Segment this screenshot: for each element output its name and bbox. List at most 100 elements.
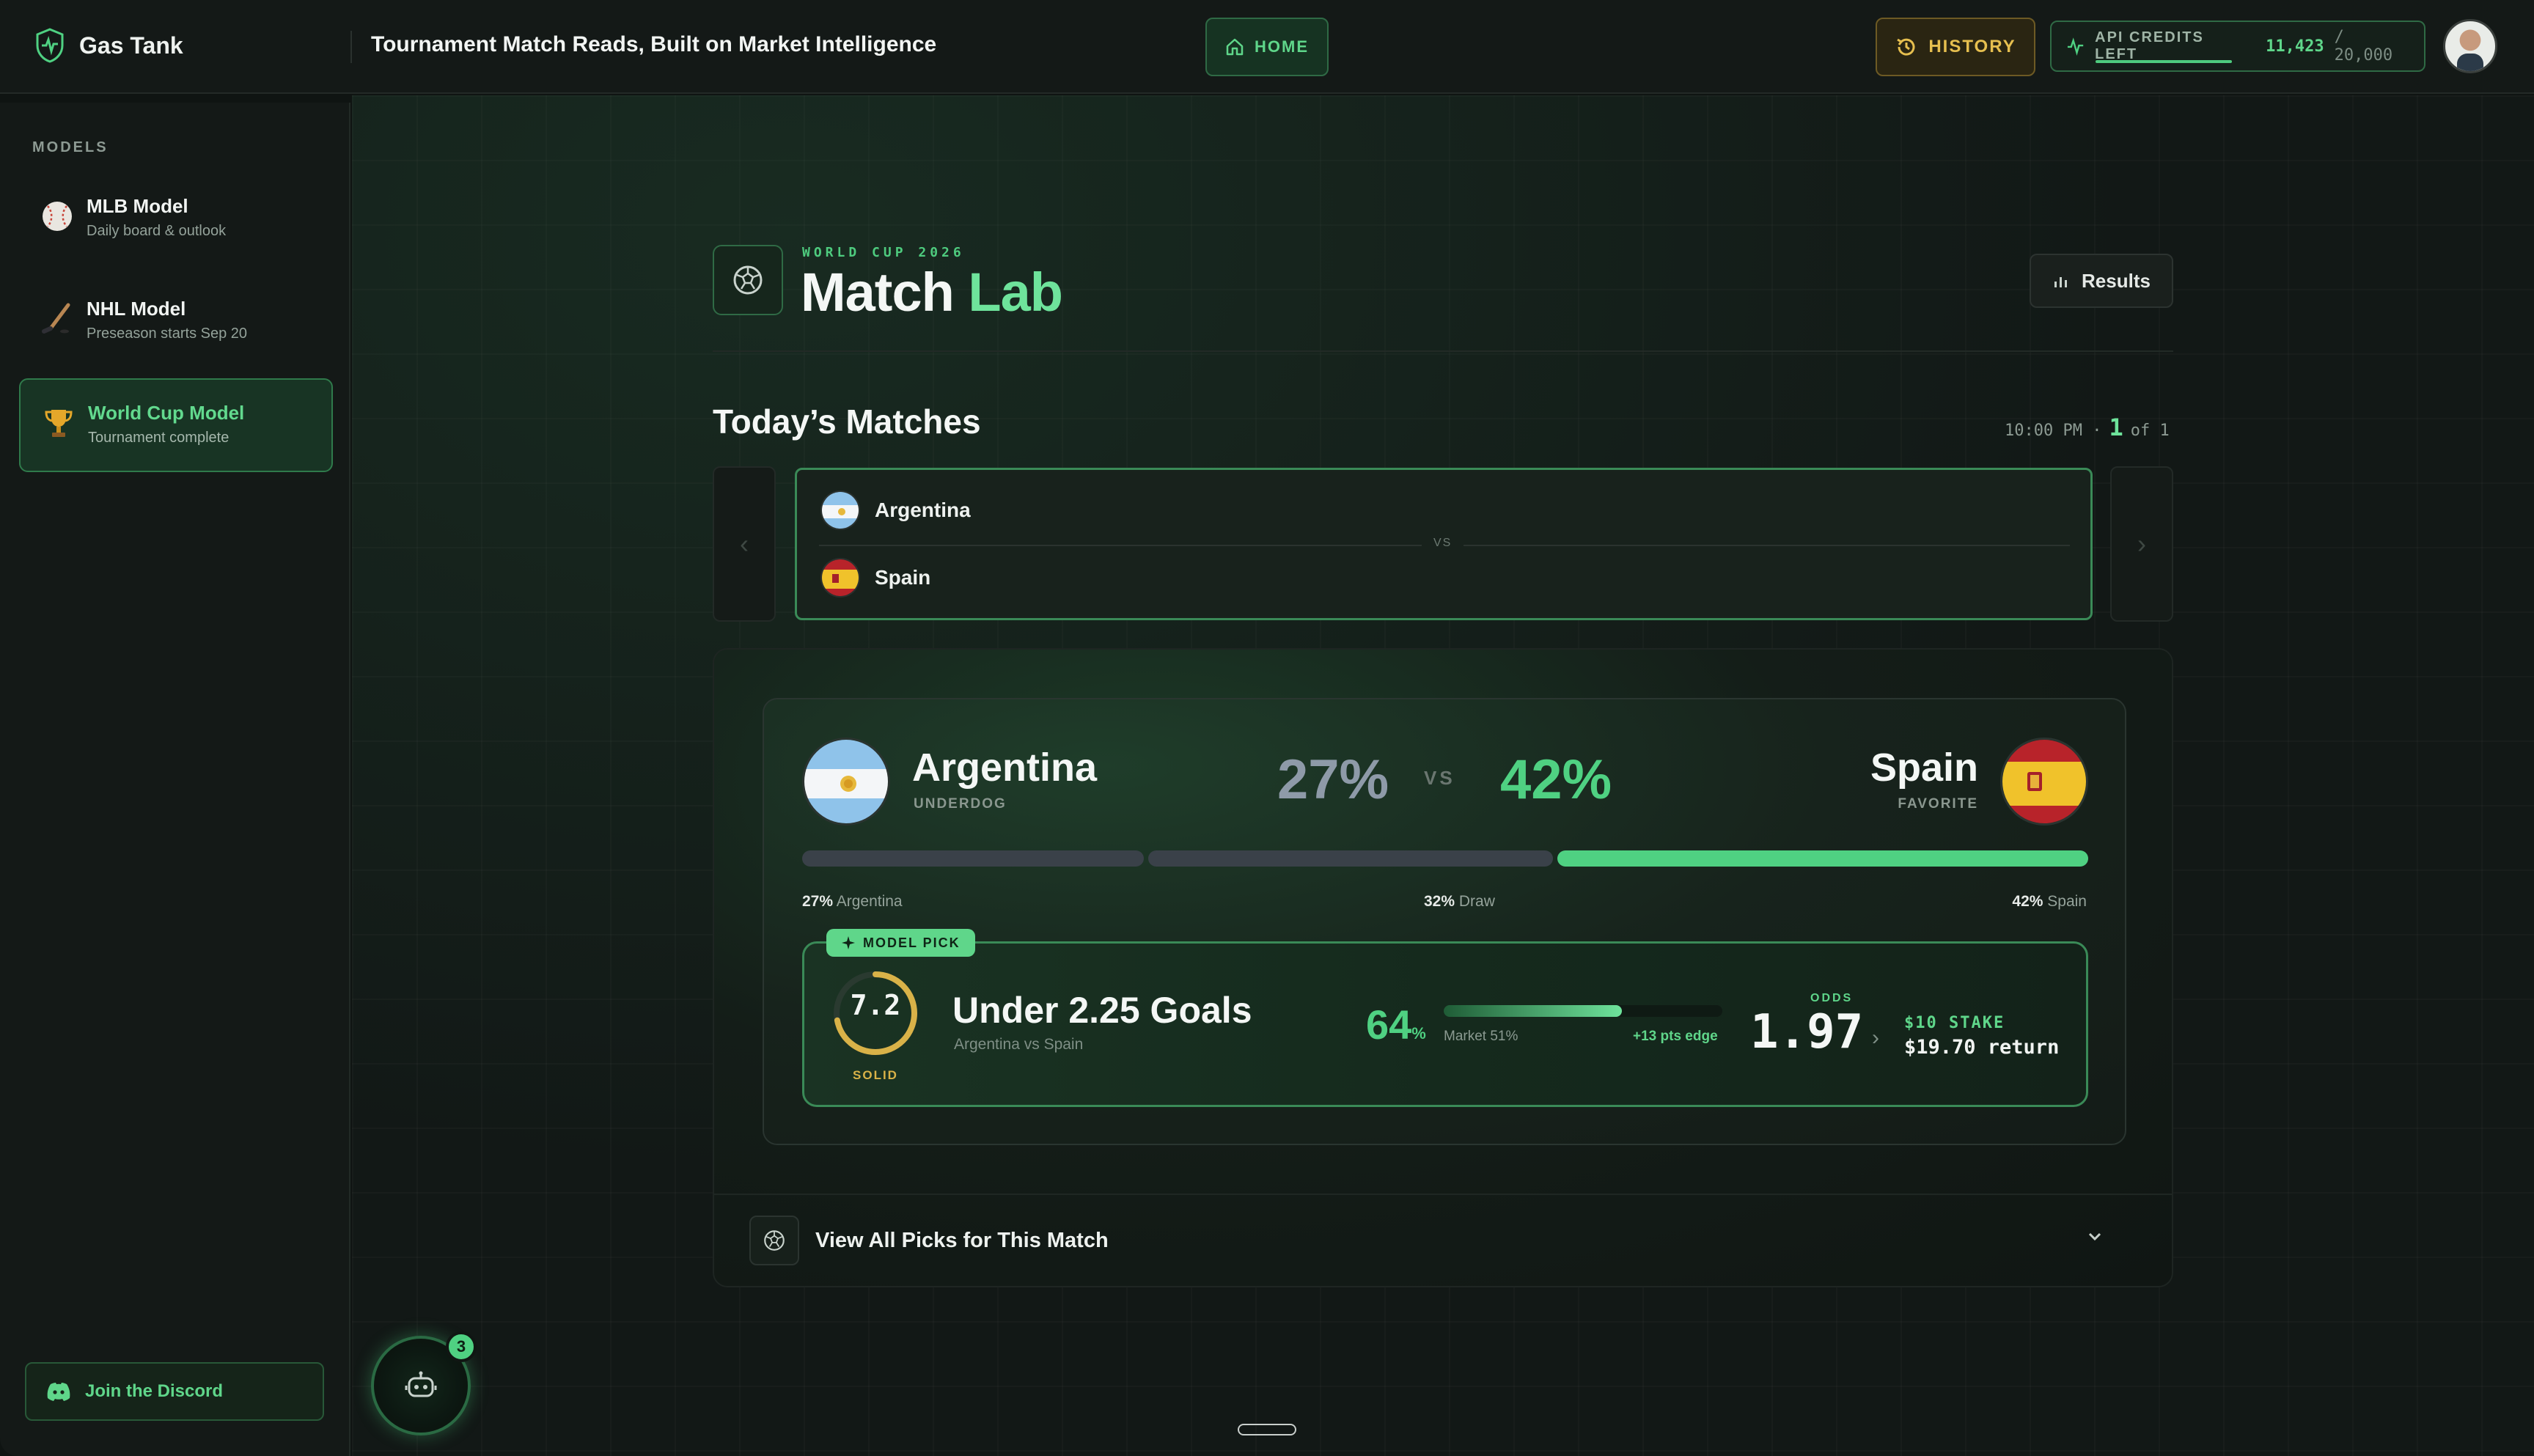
edge-points: +13 pts edge	[1633, 1029, 1718, 1044]
todays-matches-title: Today’s Matches	[713, 402, 981, 441]
edge-bar-fill	[1444, 1005, 1623, 1017]
away-team-name: Spain	[875, 566, 931, 589]
history-icon	[1897, 38, 1915, 56]
discord-icon	[47, 1383, 70, 1401]
home-win-percent: 27%	[1277, 749, 1389, 811]
match-time: 10:00 PM ·	[2005, 422, 2102, 440]
prev-match-button[interactable]: ‹	[713, 466, 776, 622]
match-summary-card: Argentina UNDERDOG 27% VS 42% Spain FAVO…	[763, 698, 2126, 1145]
view-all-picks-label: View All Picks for This Match	[815, 1229, 1109, 1252]
match-page-total: of 1	[2130, 422, 2170, 440]
draw-probability-value: 32%	[1424, 893, 1455, 910]
next-match-button[interactable]: ›	[2110, 466, 2173, 622]
baseball-icon	[38, 199, 76, 238]
sidebar-item-label: NHL Model	[87, 298, 186, 320]
credits-progress-bar	[2096, 60, 2232, 63]
sidebar: MODELS MLB Model Daily board & outlook N…	[0, 103, 350, 1456]
history-button[interactable]: HISTORY	[1876, 18, 2035, 76]
lab-title-accent: Lab	[968, 262, 1063, 323]
away-probability-bar	[1557, 850, 2088, 867]
odds-label: ODDS	[1810, 992, 1854, 1004]
draw-probability-name: Draw	[1458, 893, 1495, 910]
bar-chart-icon	[2054, 277, 2068, 287]
sidebar-item-world-cup[interactable]: World Cup Model Tournament complete	[19, 378, 333, 472]
scroll-handle[interactable]	[1238, 1424, 1296, 1435]
history-label: HISTORY	[1928, 37, 2016, 56]
lab-title: Match Lab	[801, 261, 1063, 323]
away-probability-label: 42% Spain	[2012, 893, 2087, 911]
sidebar-item-mlb[interactable]: MLB Model Daily board & outlook	[19, 173, 333, 267]
home-label: HOME	[1255, 37, 1309, 56]
models-section-label: MODELS	[32, 139, 109, 155]
home-icon	[1226, 38, 1244, 56]
stake-label: $10 STAKE	[1904, 1014, 2005, 1032]
hockey-stick-icon	[38, 302, 76, 340]
away-probability-name: Spain	[2047, 893, 2087, 910]
match-detail-panel: Argentina UNDERDOG 27% VS 42% Spain FAVO…	[713, 648, 2173, 1287]
home-probability-bar	[802, 850, 1144, 867]
stake-return: $19.70 return	[1904, 1036, 2060, 1059]
home-probability-value: 27%	[802, 893, 834, 910]
pick-subtitle: Argentina vs Spain	[954, 1036, 1084, 1053]
home-team-title: Argentina	[912, 746, 1098, 790]
model-pick-badge: MODEL PICK	[826, 929, 975, 957]
argentina-flag-icon	[802, 738, 890, 826]
match-card-away: Spain	[820, 558, 930, 598]
sparkle-icon	[842, 936, 855, 949]
chevron-right-icon: ›	[2137, 529, 2146, 559]
sidebar-item-sublabel: Tournament complete	[88, 430, 229, 446]
confidence-unit: %	[1411, 1024, 1426, 1043]
match-card[interactable]: Argentina VS Spain	[795, 468, 2093, 620]
home-probability-label: 27% Argentina	[802, 893, 903, 911]
chevron-left-icon: ‹	[740, 529, 749, 559]
vs-label: VS	[1422, 537, 1464, 550]
chevron-right-icon: ›	[1872, 1026, 1879, 1050]
topbar-divider	[350, 31, 352, 63]
model-confidence: 64%	[1366, 1001, 1426, 1048]
credits-label: API CREDITS LEFT	[2095, 29, 2204, 62]
draw-probability-label: 32% Draw	[1424, 893, 1495, 911]
home-probability-name: Argentina	[836, 893, 903, 910]
view-all-picks-toggle[interactable]: View All Picks for This Match	[749, 1216, 2142, 1268]
model-pick-card[interactable]: MODEL PICK 7.2 SOLID Under 2.25 Goals Ar…	[802, 929, 2088, 1107]
away-probability-value: 42%	[2012, 893, 2043, 910]
sidebar-item-label: MLB Model	[87, 195, 188, 217]
odds-value: 1.97	[1750, 1005, 1864, 1059]
away-team-tag: FAVORITE	[1898, 796, 1978, 812]
chevron-down-icon	[2084, 1226, 2106, 1254]
soccer-ball-icon	[749, 1216, 799, 1265]
credits-value: 11,423	[2266, 37, 2324, 56]
confidence-value: 64	[1366, 1001, 1412, 1048]
avatar[interactable]	[2443, 19, 2497, 73]
edge-bar	[1444, 1005, 1722, 1017]
credits-total: / 20,000	[2334, 28, 2393, 65]
home-button[interactable]: HOME	[1205, 18, 1329, 76]
robot-icon	[405, 1371, 437, 1397]
pick-title: Under 2.25 Goals	[952, 990, 1252, 1031]
discord-button[interactable]: Join the Discord	[25, 1362, 324, 1421]
draw-probability-bar	[1147, 850, 1553, 867]
results-button[interactable]: Results	[2030, 254, 2173, 308]
results-label: Results	[2082, 269, 2151, 292]
vs-label: VS	[1424, 767, 1455, 789]
api-credits: API CREDITS LEFT 11,423 / 20,000	[2050, 21, 2425, 72]
shield-logo-icon	[36, 28, 64, 63]
match-page-number: 1	[2109, 413, 2123, 441]
trophy-icon	[40, 406, 78, 444]
spain-flag-icon	[2000, 738, 2088, 826]
score-value: 7.2	[850, 989, 901, 1021]
spain-flag-icon	[820, 558, 860, 598]
brand[interactable]: Gas Tank	[35, 28, 183, 63]
activity-icon	[2067, 37, 2084, 56]
sidebar-item-sublabel: Daily board & outlook	[87, 223, 227, 239]
away-team-title: Spain	[1870, 746, 1978, 790]
top-bar: Gas Tank Tournament Match Reads, Built o…	[0, 0, 2534, 94]
panel-divider	[714, 1194, 2172, 1195]
away-win-percent: 42%	[1500, 749, 1612, 811]
lab-eyebrow: WORLD CUP 2026	[802, 245, 965, 260]
lab-title-main: Match	[801, 262, 955, 323]
soccer-ball-icon	[713, 245, 783, 315]
match-card-home: Argentina	[820, 490, 971, 530]
sidebar-item-label: World Cup Model	[88, 402, 245, 424]
sidebar-item-nhl[interactable]: NHL Model Preseason starts Sep 20	[19, 276, 333, 369]
